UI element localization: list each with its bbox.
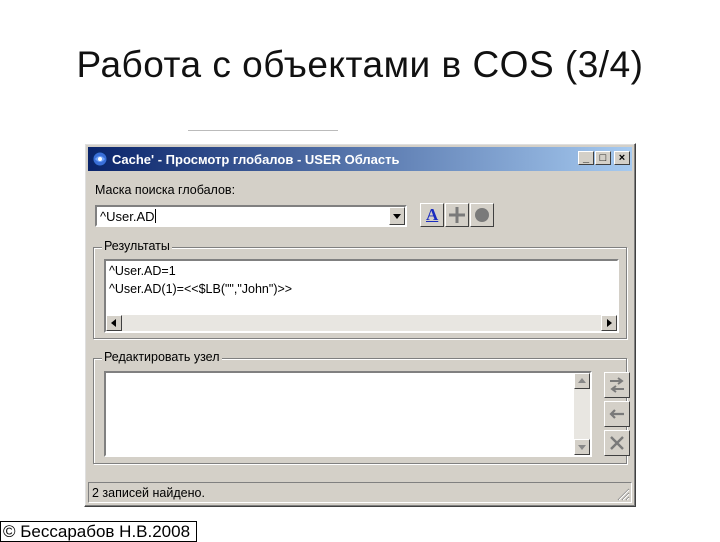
globals-browser-window: Cache' - Просмотр глобалов - USER Област…: [84, 143, 636, 507]
scroll-right-button[interactable]: [601, 315, 617, 331]
stop-button[interactable]: [470, 203, 494, 227]
font-button[interactable]: A: [420, 203, 444, 227]
edit-node-group: Редактировать узел: [93, 350, 630, 464]
text-caret: [154, 209, 156, 223]
add-button[interactable]: [445, 203, 469, 227]
results-horizontal-scrollbar[interactable]: [106, 315, 617, 331]
slide-title: Работа с объектами в COS (3/4): [76, 44, 644, 85]
delete-node-button[interactable]: [604, 430, 630, 456]
arrow-down-icon: [578, 445, 586, 450]
close-button[interactable]: ×: [614, 151, 630, 165]
copyright-footer: © Бессарабов Н.В.2008: [0, 521, 198, 542]
search-mask-value[interactable]: ^User.AD: [100, 209, 155, 224]
result-line[interactable]: ^User.AD=1: [109, 264, 176, 278]
circle-icon: [475, 208, 489, 222]
resize-grip-icon[interactable]: [616, 487, 630, 501]
edit-vertical-scrollbar[interactable]: [574, 373, 590, 455]
status-bar: 2 записей найдено.: [88, 482, 632, 503]
font-a-icon: A: [426, 205, 439, 224]
status-text: 2 записей найдено.: [92, 486, 205, 500]
edit-node-textarea[interactable]: [104, 371, 592, 457]
result-line[interactable]: ^User.AD(1)=<<$LB("","John")>>: [109, 282, 292, 296]
swap-arrows-icon: [610, 377, 624, 393]
search-mask-label: Маска поиска глобалов:: [95, 183, 236, 197]
arrow-up-icon: [578, 378, 586, 383]
maximize-button[interactable]: □: [595, 151, 611, 165]
combo-dropdown-button[interactable]: [389, 207, 405, 225]
scroll-up-button[interactable]: [574, 373, 590, 389]
results-group: Результаты ^User.AD=1 ^User.AD(1)=<<$LB(…: [93, 239, 627, 339]
arrow-left-icon: [111, 319, 116, 327]
replace-node-button[interactable]: [604, 372, 630, 398]
search-mask-combo[interactable]: ^User.AD: [95, 205, 407, 227]
edit-node-legend: Редактировать узел: [102, 350, 222, 364]
delete-x-icon: [610, 436, 624, 450]
title-bar[interactable]: Cache' - Просмотр глобалов - USER Област…: [88, 147, 632, 171]
arrow-right-icon: [607, 319, 612, 327]
cache-app-icon: [92, 151, 108, 167]
plus-icon: [449, 207, 465, 223]
results-legend: Результаты: [102, 239, 172, 253]
chevron-down-icon: [393, 214, 401, 219]
results-list[interactable]: ^User.AD=1 ^User.AD(1)=<<$LB("","John")>…: [104, 259, 619, 333]
background-window-edge: [188, 130, 338, 141]
arrow-back-icon: [609, 409, 624, 419]
scroll-left-button[interactable]: [106, 315, 122, 331]
insert-node-button[interactable]: [604, 401, 630, 427]
minimize-button[interactable]: _: [578, 151, 594, 165]
scroll-down-button[interactable]: [574, 439, 590, 455]
window-title: Cache' - Просмотр глобалов - USER Област…: [112, 152, 400, 167]
